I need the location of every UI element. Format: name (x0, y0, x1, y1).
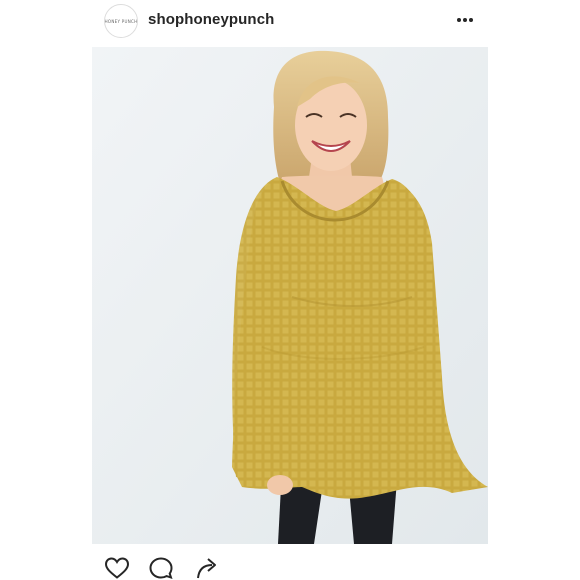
instagram-post: HONEY PUNCH shophoneypunch (0, 0, 580, 580)
comment-icon (149, 557, 173, 580)
avatar-logo-text: HONEY PUNCH (104, 18, 138, 24)
more-options-button[interactable] (452, 12, 478, 28)
avatar[interactable]: HONEY PUNCH (104, 4, 138, 38)
like-button[interactable] (104, 556, 130, 580)
heart-icon (104, 557, 130, 579)
post-header: HONEY PUNCH shophoneypunch (0, 0, 580, 46)
comment-button[interactable] (148, 556, 174, 580)
post-photo[interactable] (92, 47, 488, 544)
model-photo (92, 47, 488, 544)
share-arrow-icon (197, 558, 216, 579)
username[interactable]: shophoneypunch (148, 11, 274, 28)
share-button[interactable] (194, 556, 220, 580)
more-horizontal-icon (457, 18, 473, 22)
post-actions (92, 552, 488, 580)
